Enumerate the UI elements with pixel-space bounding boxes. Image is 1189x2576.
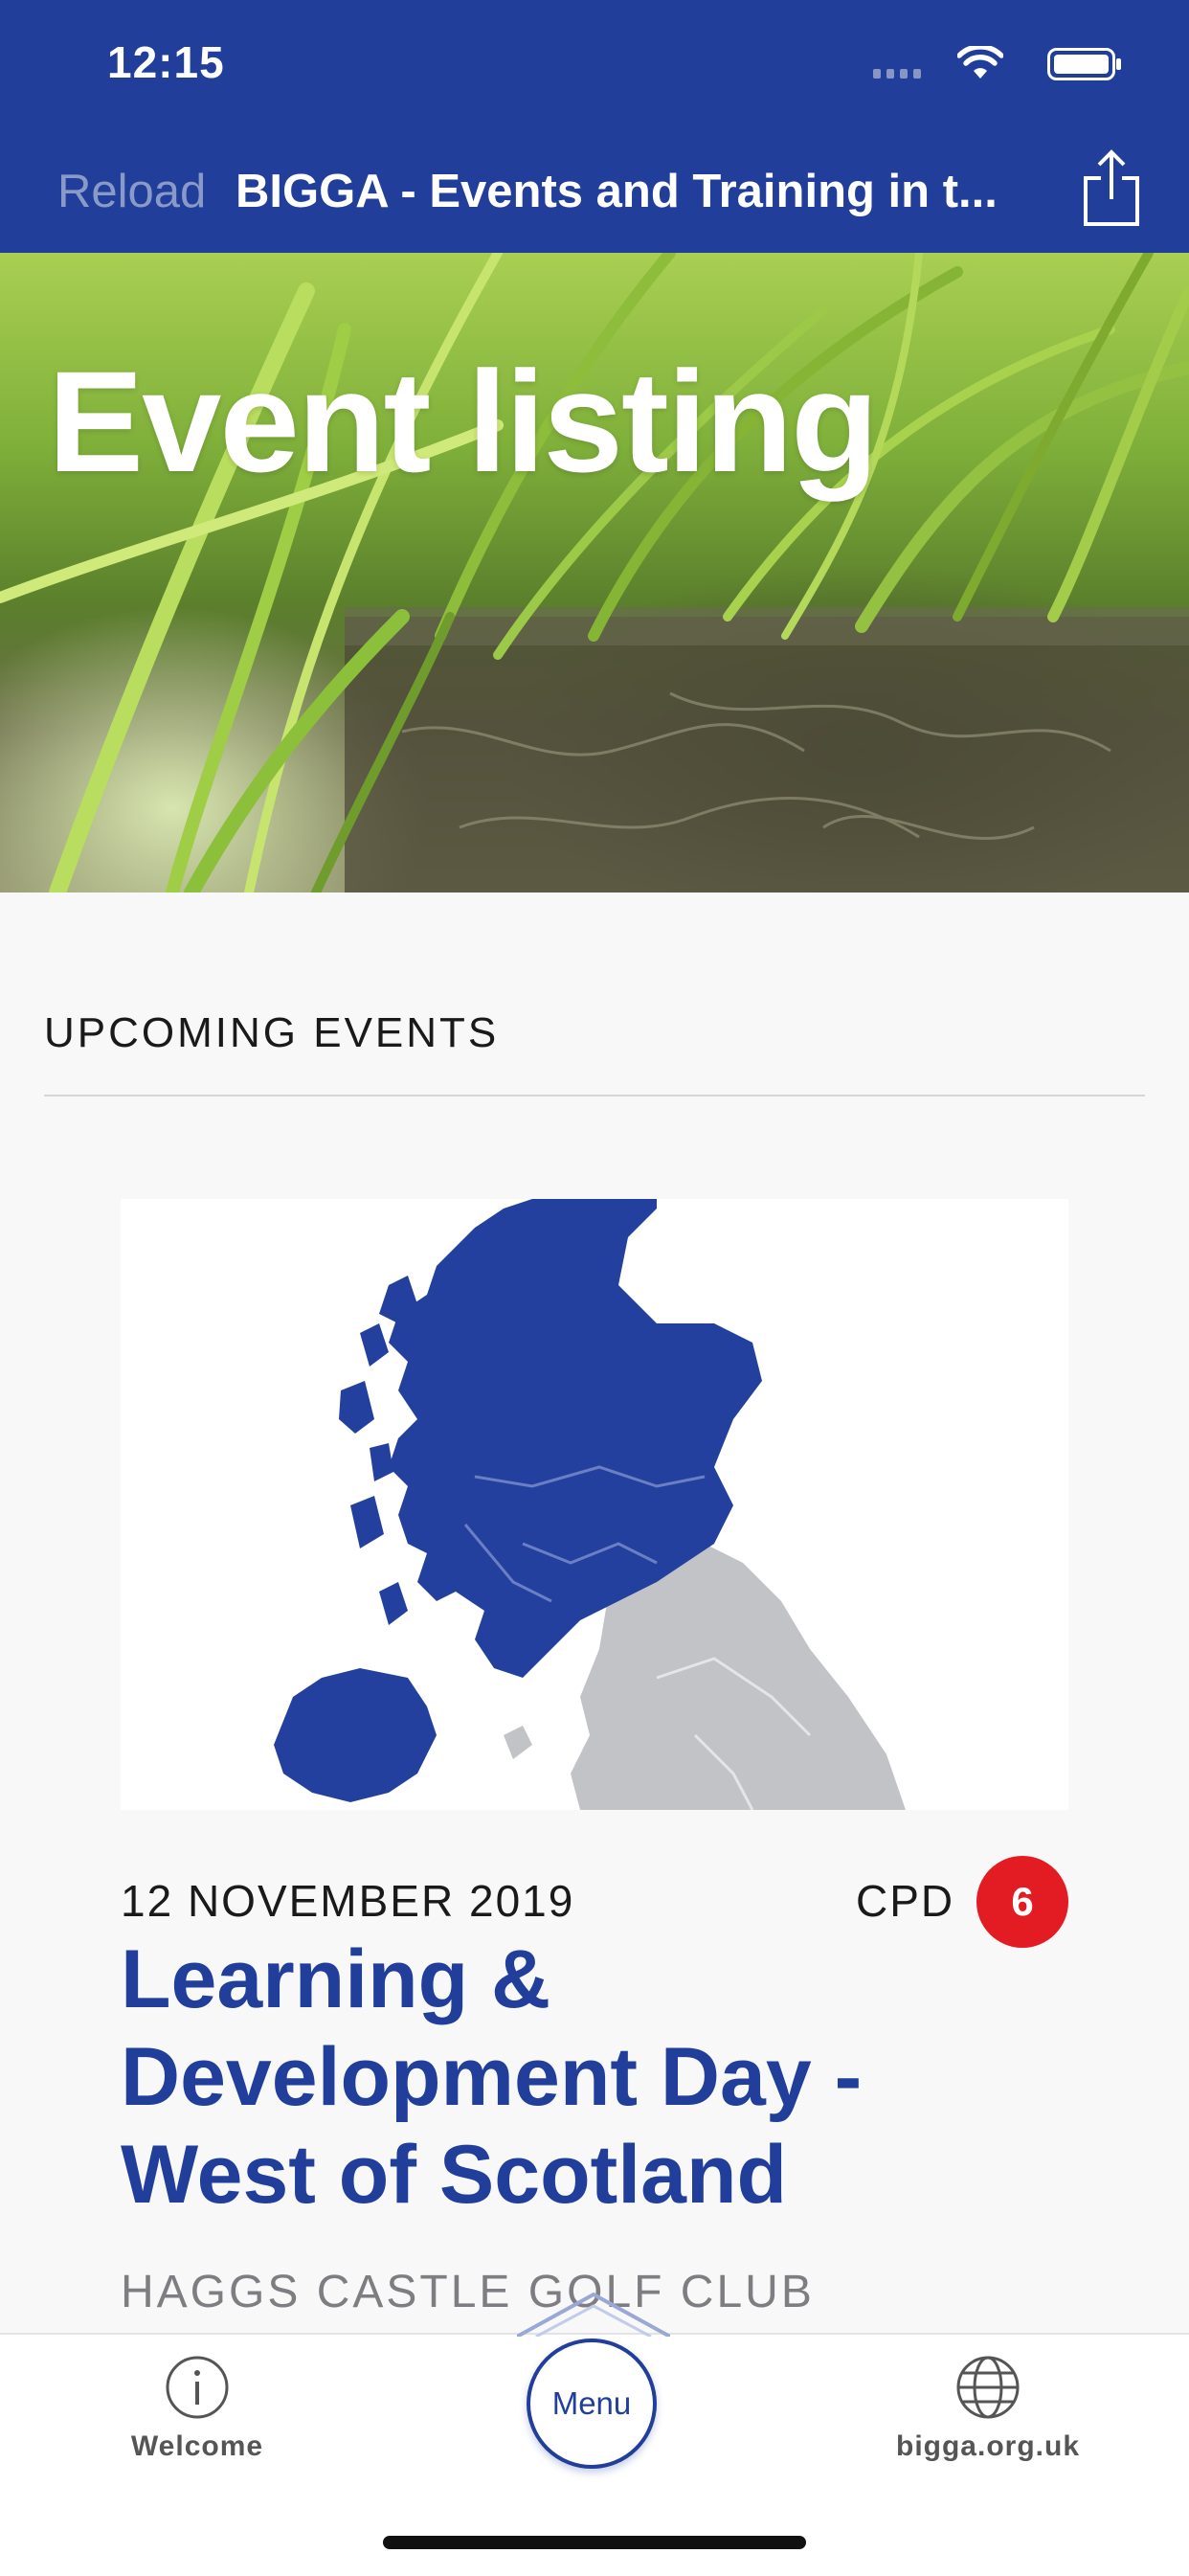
share-icon[interactable] <box>1082 149 1141 228</box>
status-time: 12:15 <box>107 37 225 87</box>
hero-title: Event listing <box>48 341 879 502</box>
page-title: BIGGA - Events and Training in t... <box>236 166 998 217</box>
tab-website[interactable]: bigga.org.uk <box>864 2354 1112 2497</box>
battery-icon <box>1047 48 1121 80</box>
menu-arc-icon <box>517 2292 670 2337</box>
menu-button[interactable]: Menu <box>527 2339 657 2469</box>
status-icons <box>835 44 1122 82</box>
event-title-link[interactable]: Learning & Development Day - West of Sco… <box>121 1931 1078 2224</box>
reload-button[interactable]: Reload <box>57 165 206 218</box>
home-indicator <box>383 2536 806 2549</box>
globe-icon <box>956 2356 1020 2419</box>
hero-banner: Event listing <box>0 253 1189 893</box>
divider <box>44 1095 1145 1096</box>
tab-website-label: bigga.org.uk <box>896 2430 1080 2462</box>
event-map-image[interactable] <box>121 1199 1068 1810</box>
tab-welcome-label: Welcome <box>130 2430 264 2462</box>
tab-welcome[interactable]: Welcome <box>73 2354 322 2497</box>
top-bar: 12:15 Reload BIGGA - Events and Training… <box>0 0 1189 253</box>
event-date: 12 NOVEMBER 2019 <box>121 1876 575 1926</box>
wifi-icon <box>957 46 1003 79</box>
info-circle-icon <box>166 2356 229 2419</box>
cpd-label: CPD <box>856 1876 955 1926</box>
navigation-bar: Reload BIGGA - Events and Training in t.… <box>0 144 1189 239</box>
section-heading: UPCOMING EVENTS <box>44 1009 500 1056</box>
cellular-signal-icon <box>873 69 931 79</box>
event-venue: HAGGS CASTLE GOLF CLUB <box>121 2267 815 2317</box>
